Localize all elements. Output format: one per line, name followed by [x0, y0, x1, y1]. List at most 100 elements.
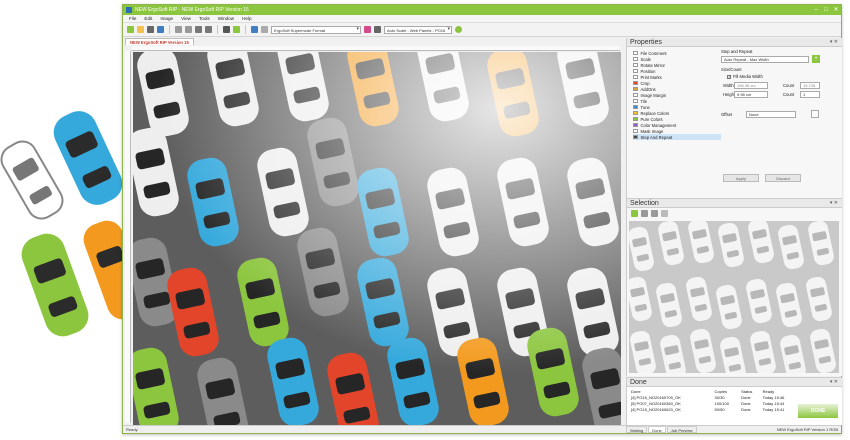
menu-view[interactable]: View	[181, 16, 191, 21]
properties-list: File Comment Scale Rotate Mirror Position Pr…	[633, 50, 721, 140]
job-icon[interactable]	[251, 26, 258, 33]
property-icon	[633, 134, 638, 140]
document-area: NEW ErgoSoft RIP Version 15	[123, 38, 623, 430]
selection-preview[interactable]	[629, 221, 839, 373]
crosshair-icon[interactable]	[223, 26, 230, 33]
toolbar: ErgoSoft Supermode Format Auto Scale - W…	[123, 23, 841, 37]
property-icon	[633, 122, 638, 128]
count-field-2[interactable]: 1	[800, 91, 820, 98]
hand-icon[interactable]	[661, 209, 668, 217]
status-left: Ready	[126, 427, 138, 432]
arrow-icon[interactable]	[261, 26, 268, 33]
done-badge: DONE	[798, 404, 838, 418]
height-field[interactable]: 9.98 cm	[734, 91, 768, 98]
zoom-out-icon[interactable]	[185, 26, 192, 33]
selection-tools	[627, 208, 842, 218]
property-icon	[633, 110, 638, 116]
save-icon[interactable]	[157, 26, 164, 33]
width-field[interactable]: 196.36 cm	[734, 82, 768, 89]
apply-button[interactable]: Apply	[723, 174, 759, 182]
zoom-in-icon[interactable]	[641, 209, 648, 217]
grid-icon[interactable]	[374, 26, 381, 33]
deco-car-green	[21, 233, 89, 337]
fit-height-icon[interactable]	[205, 26, 212, 33]
menu-file[interactable]: File	[129, 16, 136, 21]
pin-icon[interactable]: ▾ ✕	[830, 378, 838, 387]
toolbar-separator	[245, 25, 246, 34]
offset-select[interactable]: None	[746, 110, 796, 118]
zoom-in-icon[interactable]	[175, 26, 182, 33]
property-label: Replace Colors	[640, 110, 670, 116]
selection-header: Selection ▾ ✕	[627, 199, 842, 208]
queue-tabs: Waiting Done Job Preview	[626, 426, 697, 433]
color-picker-icon[interactable]	[233, 26, 240, 33]
menu-help[interactable]: Help	[242, 16, 251, 21]
menu-tools[interactable]: Tools	[199, 16, 210, 21]
close-button[interactable]: ✕	[831, 5, 841, 15]
zoom-out-icon[interactable]	[651, 209, 658, 217]
tab-waiting[interactable]: Waiting	[626, 426, 648, 433]
pin-icon[interactable]: ▾ ✕	[830, 38, 838, 47]
tab-job-preview[interactable]: Job Preview	[666, 426, 697, 433]
decorative-cars	[0, 111, 140, 337]
selection-preview-image	[629, 221, 839, 373]
property-label: Position	[640, 68, 656, 74]
offset-label: Offset	[721, 111, 733, 117]
property-label: Mask Image	[640, 128, 664, 134]
properties-header: Properties ▾ ✕	[627, 38, 842, 47]
ruler-horizontal	[132, 46, 620, 51]
property-icon	[633, 56, 638, 62]
fill-media-label: Fill Media Width	[733, 74, 763, 79]
palette-icon[interactable]	[364, 26, 371, 33]
count-label-2: Count	[783, 92, 795, 97]
magic-wand-icon[interactable]	[631, 209, 638, 217]
property-icon	[633, 80, 638, 86]
settings-icon[interactable]	[455, 26, 462, 33]
deco-car-white	[0, 140, 64, 220]
property-icon	[633, 50, 638, 56]
image-canvas[interactable]	[133, 52, 621, 430]
printer-icon[interactable]	[147, 26, 154, 33]
tab-done[interactable]: Done	[648, 426, 666, 433]
property-item[interactable]: Step And Repeat	[633, 134, 721, 140]
scale-select[interactable]: Auto Scale - Web Panels - PO16	[384, 25, 452, 34]
fill-media-checkbox[interactable]: ✓	[727, 74, 731, 79]
table-row[interactable]: [4] PO16_NO20160709_OK 30/30 Done Today …	[630, 394, 800, 400]
menu-window[interactable]: Window	[218, 16, 234, 21]
wand-icon[interactable]	[811, 110, 819, 118]
pin-icon[interactable]: ▾ ✕	[830, 199, 838, 208]
add-icon[interactable]: +	[812, 55, 820, 63]
menu-edit[interactable]: Edit	[144, 16, 152, 21]
format-select[interactable]: ErgoSoft Supermode Format	[271, 25, 361, 34]
open-icon[interactable]	[137, 26, 144, 33]
discard-button[interactable]: Discard	[765, 174, 801, 182]
property-label: Rotate Mirror	[640, 62, 665, 68]
property-icon	[633, 92, 638, 98]
selection-title: Selection	[630, 200, 659, 207]
repeat-mode-select[interactable]: Auto Repeat - Max Width	[721, 55, 809, 63]
menu-bar: File Edit Image View Tools Window Help	[123, 15, 841, 23]
job-ready: Today 15:41	[762, 406, 785, 412]
add-icon[interactable]	[127, 26, 134, 33]
property-icon	[633, 116, 638, 122]
property-label: Tile	[640, 98, 648, 104]
ruler-vertical	[125, 51, 131, 423]
job-status: Done	[741, 406, 751, 412]
width-label: Width	[723, 83, 734, 88]
property-icon	[633, 98, 638, 104]
property-label: Print Marks	[640, 74, 662, 80]
property-label: Step And Repeat	[640, 134, 673, 140]
count-field[interactable]: 15.728	[800, 82, 820, 89]
maximize-button[interactable]: □	[821, 5, 831, 15]
property-label: Tune	[640, 104, 650, 110]
height-label: Height	[723, 92, 736, 97]
selection-panel: Selection ▾ ✕	[626, 198, 842, 376]
minimize-button[interactable]: –	[811, 5, 821, 15]
document-tab[interactable]: NEW ErgoSoft RIP Version 15	[125, 38, 194, 45]
table-row[interactable]: [5] PO07_NO20160360_OK 100/100 Done Toda…	[630, 400, 800, 406]
fit-width-icon[interactable]	[195, 26, 202, 33]
parking-lot-image	[133, 52, 621, 430]
menu-image[interactable]: Image	[160, 16, 173, 21]
table-row[interactable]: [4] PO15_NO20160620_OK 50/50 Done Today …	[630, 406, 800, 412]
property-icon	[633, 74, 638, 80]
